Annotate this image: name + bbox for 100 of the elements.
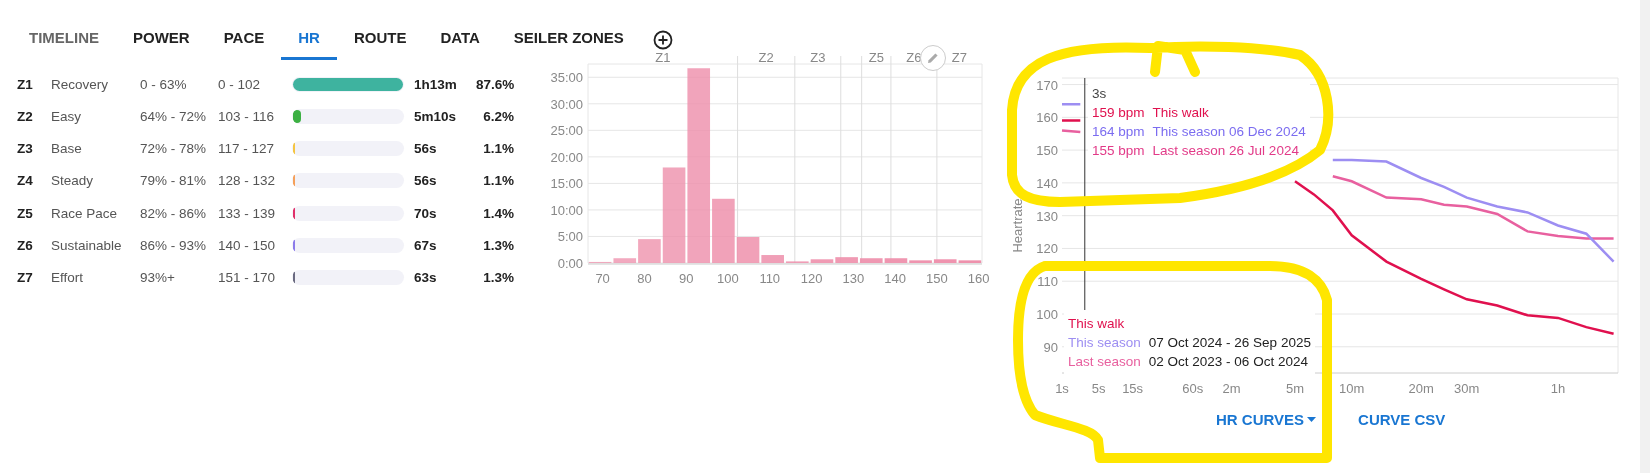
axis-tick-label: 15:00 [550, 176, 583, 192]
axis-tick-label: 2m [1222, 381, 1241, 396]
tooltip-value: 155 bpm [1092, 142, 1145, 160]
tab[interactable]: SEILER ZONES [496, 20, 641, 60]
axis-tick-label: 140 [884, 271, 906, 286]
axis-tick-label: 90 [1043, 339, 1058, 355]
axis-tick-label: 20:00 [550, 149, 583, 165]
tooltip-time: 3s [1092, 85, 1107, 103]
zone-name: Sustainable [51, 237, 123, 253]
axis-tick-label: 1h [1550, 381, 1566, 396]
legend-date-range: 07 Oct 2024 - 26 Sep 2025 [1148, 334, 1311, 352]
zone-percent-range: 0 - 63% [140, 77, 188, 93]
axis-tick-label: 120 [800, 271, 823, 286]
axis-tick-label: 100 [717, 271, 739, 286]
axis-tick-label: 30:00 [550, 96, 583, 112]
zone-bpm-range: 151 - 170 [218, 269, 277, 285]
zone-bpm-range: 117 - 127 [218, 141, 276, 157]
zone-name: Base [51, 141, 83, 157]
zone-bpm-range: 140 - 150 [218, 237, 277, 253]
zone-id: Z2 [17, 109, 34, 125]
axis-tick-label: 5:00 [557, 229, 583, 245]
caret-icon [1307, 416, 1317, 423]
axis-tick-label: 170 [1036, 77, 1058, 93]
zone-label: Z2 [758, 50, 774, 65]
tab[interactable]: HR [281, 20, 337, 60]
axis-tick-label: 0:00 [557, 256, 583, 271]
axis-tick-label: 100 [1036, 307, 1058, 322]
zone-label: Z1 [655, 50, 671, 65]
axis-tick-label: 110 [759, 271, 781, 286]
axis-tick-label: 5m [1285, 381, 1304, 396]
tooltip-value: 159 bpm [1092, 104, 1145, 122]
axis-tick-label: 10:00 [550, 202, 583, 218]
zone-share: 87.6% [476, 77, 514, 93]
zone-id: Z4 [17, 173, 34, 189]
zone-percent-range: 79% - 81% [140, 173, 208, 189]
axis-tick-label: 160 [967, 271, 990, 286]
axis-tick-label: 150 [926, 271, 948, 286]
axis-tick-label: 5s [1091, 381, 1106, 396]
zone-percent-range: 82% - 86% [140, 205, 208, 221]
zone-id: Z7 [17, 269, 34, 285]
zone-time: 63s [414, 269, 438, 285]
zone-name: Recovery [51, 77, 110, 93]
axis-tick-label: 70 [595, 271, 610, 286]
add-icon[interactable] [652, 30, 673, 50]
zone-percent-range: 93%+ [140, 269, 176, 285]
chart-button[interactable]: CURVE CSV [1356, 407, 1448, 432]
axis-tick-label: 35:00 [550, 70, 583, 86]
axis-tick-label: 15s [1122, 381, 1144, 396]
axis-tick-label: 25:00 [550, 123, 583, 139]
zone-name: Steady [51, 173, 95, 189]
zone-bpm-range: 133 - 139 [218, 205, 277, 221]
axis-tick-label: 80 [637, 271, 652, 286]
axis-tick-label: 160 [1036, 110, 1058, 126]
zone-bpm-range: 128 - 132 [218, 173, 277, 189]
tooltip-label: This walk [1152, 104, 1209, 122]
zone-percent-range: 64% - 72% [140, 109, 208, 125]
axis-tick-label: 10m [1339, 381, 1365, 396]
zone-share: 6.2% [482, 109, 514, 125]
zone-id: Z6 [17, 237, 34, 253]
axis-title: Heartrate [1010, 198, 1025, 253]
axis-tick-label: 130 [1036, 208, 1058, 224]
axis-tick-label: 140 [1036, 175, 1058, 191]
axis-tick-label: 90 [678, 271, 694, 286]
zone-label: Z5 [868, 50, 884, 65]
axis-tick-label: 1s [1055, 381, 1069, 396]
tab[interactable]: PACE [206, 20, 282, 60]
axis-tick-label: 150 [1036, 143, 1058, 159]
tab[interactable]: ROUTE [336, 20, 424, 60]
zone-bpm-range: 103 - 116 [218, 109, 276, 125]
zone-time: 70s [414, 205, 438, 221]
zone-share: 1.1% [482, 173, 514, 189]
zone-share: 1.4% [482, 205, 514, 221]
axis-tick-label: 120 [1036, 241, 1058, 257]
zone-id: Z3 [17, 141, 34, 157]
zone-share: 1.3% [482, 237, 514, 253]
tooltip-label: This season 06 Dec 2024 [1152, 123, 1306, 141]
axis-tick-label: 20m [1408, 381, 1434, 396]
zone-bpm-range: 0 - 102 [218, 77, 262, 93]
legend-label: This season [1068, 334, 1141, 352]
tab[interactable]: POWER [116, 20, 207, 60]
zone-name: Easy [51, 109, 82, 125]
zone-time: 56s [414, 141, 438, 157]
legend-label: This walk [1068, 315, 1125, 333]
legend-date-range: 02 Oct 2023 - 06 Oct 2024 [1148, 353, 1308, 371]
zone-percent-range: 86% - 93% [140, 237, 208, 253]
pencil-icon [927, 52, 939, 64]
zone-name: Effort [51, 269, 85, 285]
zone-time: 1h13m [414, 77, 458, 93]
zone-time: 67s [414, 237, 438, 253]
legend-label: Last season [1068, 353, 1141, 371]
tab[interactable]: DATA [423, 20, 497, 60]
zone-id: Z1 [17, 77, 34, 93]
zone-label: Z3 [810, 50, 826, 65]
zone-share: 1.1% [482, 141, 514, 157]
zone-label: Z7 [951, 50, 967, 65]
chart-button[interactable]: HR CURVES [1214, 407, 1319, 432]
axis-tick-label: 60s [1182, 381, 1204, 396]
axis-tick-label: 110 [1037, 274, 1058, 290]
zone-id: Z5 [17, 205, 34, 221]
zone-label: Z6 [906, 50, 922, 65]
